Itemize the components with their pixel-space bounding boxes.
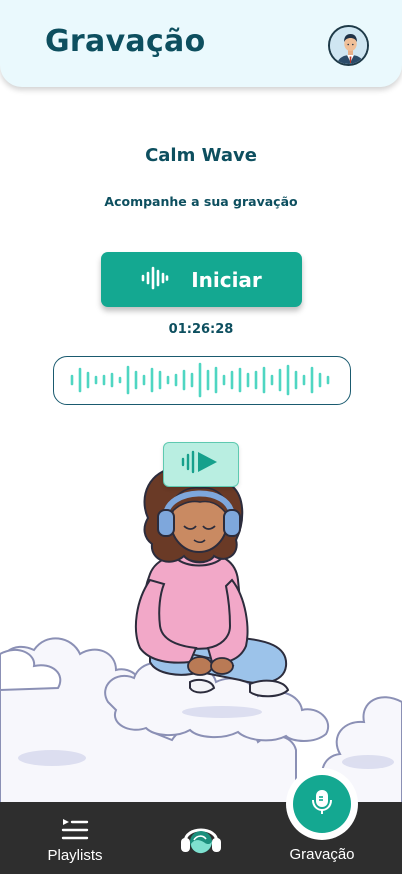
play-audio-icon (181, 449, 221, 480)
tab-home[interactable] (176, 802, 226, 874)
track-subtitle: Acompanhe a sua gravação (104, 194, 298, 209)
meditation-illustration (0, 440, 402, 821)
audio-waveform (53, 356, 351, 405)
waveform-icon (141, 266, 169, 293)
start-button-label: Iniciar (191, 267, 262, 292)
playlist-icon (61, 817, 89, 843)
tab-gravacao-label: Gravação (289, 846, 355, 863)
app-header: Gravação (0, 0, 402, 87)
track-title: Calm Wave (145, 145, 257, 166)
user-avatar-icon[interactable] (328, 25, 369, 66)
record-fab-button[interactable] (293, 775, 351, 833)
recording-timer: 01:26:28 (168, 322, 234, 337)
tab-playlists-label: Playlists (47, 847, 103, 864)
girl-figure (134, 461, 290, 698)
page-title: Gravação (45, 24, 206, 59)
play-audio-button[interactable] (163, 442, 239, 487)
start-recording-button[interactable]: Iniciar (101, 252, 302, 307)
tab-playlists[interactable]: Playlists (35, 802, 115, 874)
headphones-logo-icon (179, 816, 223, 863)
microphone-icon (310, 789, 334, 820)
